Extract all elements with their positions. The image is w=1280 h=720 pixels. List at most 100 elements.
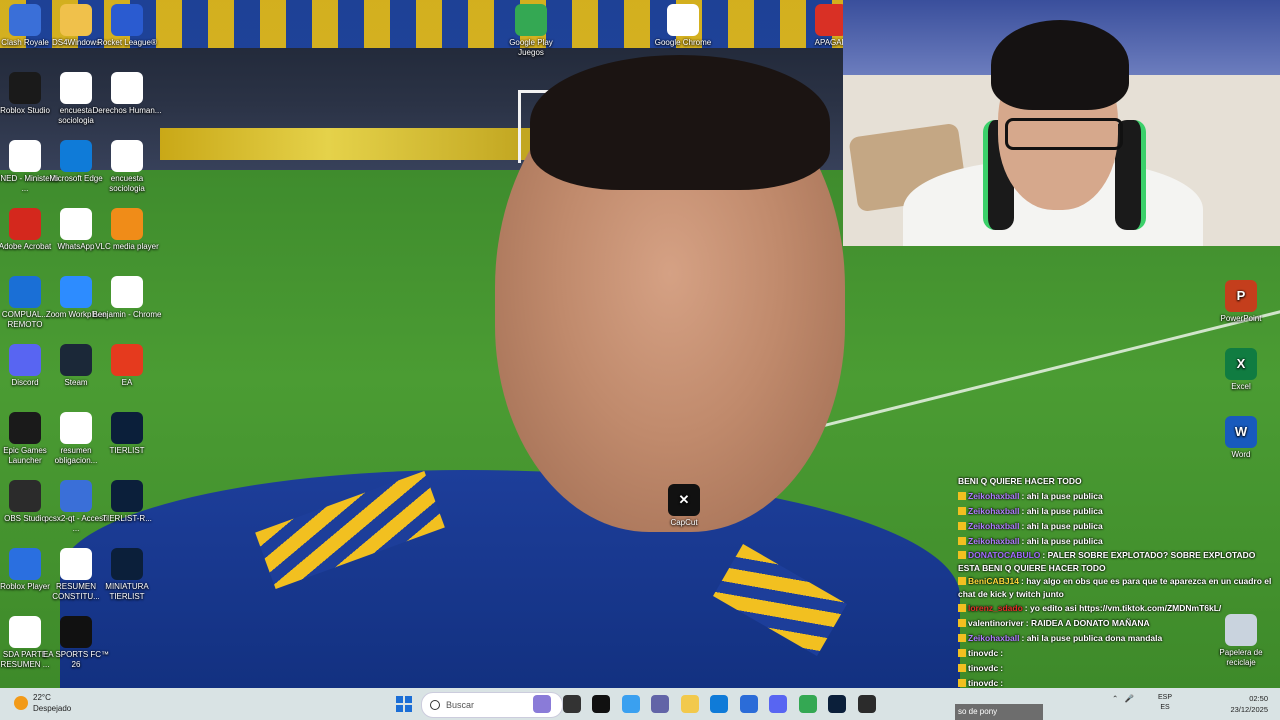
desktop-icon-label: TIERLIST (109, 446, 145, 455)
clock-date: 23/12/2025 (1230, 705, 1268, 714)
sun-icon (14, 696, 28, 710)
desktop-icon-label: Google Chrome (654, 38, 712, 47)
taskbar: 22°C Despejado Buscar ⌃ 🎤 ESP ES 02:50 2… (0, 688, 1280, 720)
chat-text: : ahi la puse publica dona mandala (1021, 633, 1163, 643)
start-button[interactable] (396, 696, 412, 712)
taskbar-app-copilot[interactable] (621, 695, 640, 713)
desktop-icon[interactable]: P PowerPoint (1206, 280, 1276, 324)
chrome-icon (60, 72, 92, 104)
desktop-icon-label: TIERLIST-R... (102, 514, 152, 523)
chat-badge-icon (958, 522, 966, 530)
chat-username[interactable]: tinovdc (968, 648, 998, 658)
desktop-icon[interactable]: EA SPORTS FC™ 26 (41, 616, 111, 670)
player-hair (530, 55, 830, 190)
taskbar-app-teams[interactable] (651, 695, 669, 713)
steam-icon (60, 344, 92, 376)
psb-icon (111, 480, 143, 512)
desktop-icon[interactable]: Benjamin - Chrome (92, 276, 162, 320)
chat-badge-icon (958, 604, 966, 612)
chat-username[interactable]: Zeikohaxball (968, 536, 1020, 546)
chat-username[interactable]: valentinoriver (968, 618, 1024, 628)
chat-text: : (1000, 663, 1004, 673)
taskbar-app-capcut[interactable] (592, 695, 610, 713)
discord-icon (9, 344, 41, 376)
taskbar-app-chrome[interactable] (798, 695, 817, 713)
desktop-icon-label: MINIATURA TIERLIST (105, 582, 149, 601)
taskbar-app-explorer[interactable] (680, 695, 699, 713)
desktop-icon[interactable]: W Word (1206, 416, 1276, 460)
chat-text: : ahi la puse publica (1021, 506, 1103, 516)
chat-username[interactable]: tinovdc (968, 678, 998, 688)
desktop-icon[interactable]: TIERLIST-R... (92, 480, 162, 524)
desktop-icon[interactable]: EA (92, 344, 162, 388)
desktop-icon[interactable]: MINIATURA TIERLIST (92, 548, 162, 602)
document-icon (60, 208, 92, 240)
powerpoint-icon: P (1225, 280, 1257, 312)
chat-username[interactable]: BeniCABJ14 (968, 576, 1019, 586)
chat-username[interactable]: DONATOCABULO (968, 550, 1040, 560)
taskbar-app-edge[interactable] (710, 695, 728, 713)
chat-badge-icon (958, 551, 966, 559)
windows-logo-icon (405, 705, 412, 712)
desktop-icon[interactable]: encuesta sociologia (92, 140, 162, 194)
desktop-icon[interactable]: X Excel (1206, 348, 1276, 392)
search-placeholder: Buscar (446, 700, 475, 710)
vlc-icon (111, 208, 143, 240)
desktop-icon[interactable]: TIERLIST (92, 412, 162, 456)
desktop-icon[interactable]: Rocket League® (92, 4, 162, 48)
chat-message: Zeikohaxball: ahi la puse publica dona m… (955, 631, 1280, 646)
chat-message: Zeikohaxball: ahi la puse publica (955, 489, 1280, 504)
desktop-icon-label: VLC media player (95, 242, 159, 251)
word-icon (9, 616, 41, 648)
taskbar-app-obs[interactable] (857, 695, 876, 713)
chat-username[interactable]: lorenz_sdado (968, 603, 1023, 613)
psb-icon (111, 412, 143, 444)
pcsx2-icon (60, 480, 92, 512)
chat-ticker: so de pony (955, 704, 1043, 720)
glasses (1005, 118, 1123, 150)
clash-royale-icon (9, 4, 41, 36)
desktop-icon-label: EA SPORTS FC™ 26 (42, 650, 110, 669)
chat-username[interactable]: Zeikohaxball (968, 633, 1020, 643)
taskbar-app-store[interactable] (739, 695, 758, 713)
language-indicator[interactable]: ESP ES (1158, 693, 1172, 713)
chat-username[interactable]: Zeikohaxball (968, 506, 1020, 516)
word-icon (111, 72, 143, 104)
acrobat-icon (9, 208, 41, 240)
chat-badge-icon (958, 537, 966, 545)
desktop-icon[interactable]: Google Chrome (648, 4, 718, 48)
chat-badge-icon (958, 634, 966, 642)
taskbar-app-widgets[interactable] (533, 695, 551, 713)
google-play-icon (515, 4, 547, 36)
chat-message: Zeikohaxball: ahi la puse publica (955, 519, 1280, 534)
desktop-icon-label: Google Play Juegos (509, 38, 553, 57)
psb-icon (111, 548, 143, 580)
search-icon (430, 700, 440, 710)
language-top: ESP (1158, 694, 1173, 701)
chat-badge-icon (958, 679, 966, 687)
desktop-icon-capcut[interactable]: ✕ CapCut (649, 484, 719, 528)
weather-widget[interactable]: 22°C Despejado (14, 692, 71, 714)
edge-icon (60, 140, 92, 172)
desktop-icon[interactable]: VLC media player (92, 208, 162, 252)
word-icon (60, 412, 92, 444)
chat-text: : ahi la puse publica (1021, 521, 1103, 531)
chat-username[interactable]: Zeikohaxball (968, 521, 1020, 531)
chrome-icon (111, 276, 143, 308)
excel-icon: X (1225, 348, 1257, 380)
chat-username[interactable]: tinovdc (968, 663, 998, 673)
taskbar-app-photoshop[interactable] (828, 695, 846, 713)
chat-username[interactable]: Zeikohaxball (968, 491, 1020, 501)
desktop-icon[interactable]: Derechos Human... (92, 72, 162, 116)
desktop-icon[interactable]: Google Play Juegos (496, 4, 566, 58)
teamviewer-icon (9, 276, 41, 308)
chat-text: : (1000, 678, 1004, 688)
weather-desc: Despejado (33, 704, 72, 713)
clock[interactable]: 02:50 23/12/2025 (1224, 693, 1268, 715)
chrome-icon (667, 4, 699, 36)
system-tray[interactable]: ⌃ 🎤 (1112, 694, 1134, 703)
word-icon: W (1225, 416, 1257, 448)
taskbar-app-discord[interactable] (769, 695, 787, 713)
chat-text: : ahi la puse publica (1021, 491, 1103, 501)
taskbar-app-task-view[interactable] (562, 695, 581, 713)
